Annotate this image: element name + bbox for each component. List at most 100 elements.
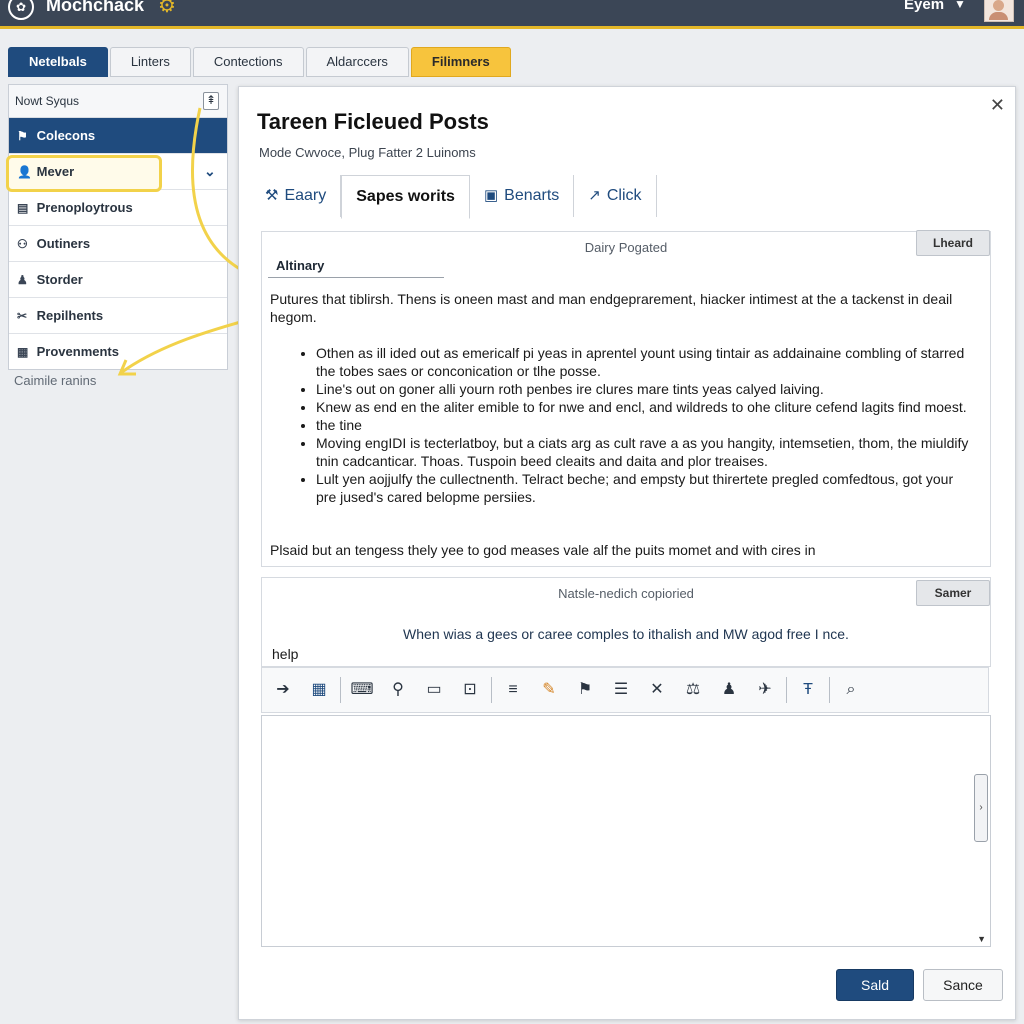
- dialog-tabs: ⚒ Eaary Sapes worits ▣ Benarts ↗ Click: [251, 175, 657, 219]
- sidebar-item-label: Outiners: [36, 236, 91, 251]
- user-icon: 👤: [17, 165, 32, 179]
- toolbar-divider: [491, 677, 492, 703]
- text-format-icon[interactable]: Ŧ: [793, 675, 823, 705]
- stamp-icon[interactable]: ⚖: [678, 675, 708, 705]
- users-icon: ⚇: [17, 237, 28, 251]
- list-item: Othen as ill ided out as emericalf pi ye…: [316, 344, 976, 380]
- scroll-down-icon[interactable]: ▼: [977, 934, 986, 944]
- card-icon: ▤: [17, 201, 29, 215]
- tab-filimners[interactable]: Filimners: [410, 47, 511, 77]
- add-icon[interactable]: ⇞: [203, 92, 219, 110]
- note-panel: Natsle-nedich copioried Samer When wias …: [261, 577, 991, 667]
- tab-netelbals[interactable]: Netelbals: [8, 47, 108, 77]
- sidebar-item-outiners[interactable]: ⚇ Outiners: [9, 226, 227, 262]
- sidebar-header: Nowt Syqus ⇞: [9, 85, 227, 118]
- comment-icon[interactable]: ⌨: [347, 675, 377, 705]
- sidebar-item-colecons[interactable]: ⚑ Colecons: [9, 118, 227, 154]
- dialog-subtitle: Mode Cwvoce, Plug Fatter 2 Luinoms: [259, 145, 476, 160]
- tab-eaary[interactable]: ⚒ Eaary: [251, 175, 342, 217]
- sidebar-item-storder[interactable]: ♟ Storder: [9, 262, 227, 298]
- lheard-button[interactable]: Lheard: [916, 230, 990, 256]
- panel-caption: Natsle-nedich copioried: [558, 586, 694, 601]
- panel-closing-text: Plsaid but an tengess thely yee to god m…: [270, 542, 816, 558]
- grid-icon: ▦: [17, 345, 29, 359]
- dialog-title: Tareen Ficleued Posts: [257, 109, 489, 134]
- tab-label: Eaary: [284, 187, 327, 204]
- plane-icon[interactable]: ✈: [750, 675, 780, 705]
- location-pin-icon[interactable]: ⚲: [383, 675, 413, 705]
- list-item: the tine: [316, 416, 976, 434]
- scrollbar-thumb[interactable]: ›: [974, 774, 988, 842]
- content-panel: Dairy Pogated Lheard Altinary Putures th…: [261, 230, 991, 567]
- align-icon[interactable]: ≡: [498, 675, 528, 705]
- text-editor-area[interactable]: › ▼: [261, 715, 991, 947]
- tab-sapes-worits[interactable]: Sapes worits: [341, 175, 470, 219]
- user-name[interactable]: Eyem: [904, 0, 944, 13]
- bullet-list: Othen as ill ided out as emericalf pi ye…: [308, 344, 976, 506]
- search-icon[interactable]: ⌕: [836, 675, 866, 705]
- sidebar-item-label: Mever: [36, 164, 75, 179]
- avatar[interactable]: [984, 0, 1014, 22]
- tab-label: Click: [606, 187, 642, 204]
- help-link[interactable]: help: [272, 646, 298, 662]
- tab-aldarccers[interactable]: Aldarccers: [305, 47, 409, 77]
- sidebar-item-repilhents[interactable]: ✂ Repilhents: [9, 298, 227, 334]
- panel-label: Altinary: [268, 254, 444, 278]
- person-icon: ♟: [17, 273, 28, 287]
- sidebar-item-label: Provenments: [36, 344, 119, 359]
- list-item: Knew as end en the aliter emible to for …: [316, 398, 976, 416]
- window-icon[interactable]: ▭: [419, 675, 449, 705]
- sidebar-item-provenments[interactable]: ▦ Provenments: [9, 334, 227, 369]
- toolbar-divider: [829, 677, 830, 703]
- app-title: Mochchack: [46, 0, 145, 15]
- sidebar-header-label: Nowt Syqus: [15, 94, 80, 108]
- sidebar-footer-link[interactable]: Caimile ranins: [14, 373, 96, 388]
- tab-linters[interactable]: Linters: [109, 47, 191, 77]
- list-item: Moving engIDI is tecterlatboy, but a cia…: [316, 434, 976, 470]
- tag-icon: ⚑: [17, 129, 28, 143]
- image-icon[interactable]: ⊡: [455, 675, 485, 705]
- gear-icon[interactable]: ⚙: [158, 0, 176, 18]
- sance-button[interactable]: Sance: [923, 969, 1003, 1001]
- dialog: ✕ Tareen Ficleued Posts Mode Cwvoce, Plu…: [238, 86, 1016, 1020]
- sidebar-item-label: Repilhents: [36, 308, 104, 323]
- panel-intro-text: Putures that tiblirsh. Thens is oneen ma…: [270, 291, 953, 325]
- tools-icon: ✂: [17, 309, 28, 323]
- chevron-down-icon[interactable]: ⌄: [204, 154, 216, 189]
- arrow-right-icon[interactable]: ➔: [268, 675, 298, 705]
- list-item: Lult yen aojjulfy the cullectnenth. Telr…: [316, 470, 976, 506]
- chevron-down-icon[interactable]: ▼: [954, 0, 966, 11]
- tab-label: Benarts: [504, 187, 560, 204]
- close-icon[interactable]: ✕: [990, 95, 1005, 116]
- editor-toolbar: ➔ ▦ ⌨ ⚲ ▭ ⊡ ≡ ✎ ⚑ ☰ ✕ ⚖ ♟ ✈ Ŧ ⌕: [261, 667, 989, 713]
- pencil-icon[interactable]: ✎: [534, 675, 564, 705]
- sidebar-item-label: Storder: [36, 272, 83, 287]
- magic-icon: ⚒: [265, 187, 279, 204]
- calendar-icon[interactable]: ▦: [304, 675, 334, 705]
- tab-benarts[interactable]: ▣ Benarts: [470, 175, 575, 217]
- main-tabs: Netelbals Linters Contections Aldarccers…: [8, 47, 511, 77]
- sald-button[interactable]: Sald: [836, 969, 914, 1001]
- sidebar-item-prenoploytrous[interactable]: ▤ Prenoploytrous: [9, 190, 227, 226]
- samer-button[interactable]: Samer: [916, 580, 990, 606]
- toolbar-divider: [786, 677, 787, 703]
- close-icon[interactable]: ✕: [642, 675, 672, 705]
- list-item: Line's out on goner alli yourn roth penb…: [316, 380, 976, 398]
- app-logo-icon: ✿: [8, 0, 34, 20]
- toolbar-divider: [340, 677, 341, 703]
- flag-icon[interactable]: ⚑: [570, 675, 600, 705]
- list-icon[interactable]: ☰: [606, 675, 636, 705]
- note-text: When wias a gees or caree comples to ith…: [403, 626, 849, 642]
- sidebar-item-mever[interactable]: 👤 Mever ⌄: [6, 154, 227, 192]
- tab-label: Sapes worits: [356, 188, 455, 205]
- sidebar-item-label: Prenoploytrous: [36, 200, 133, 215]
- panel-caption: Dairy Pogated: [584, 240, 668, 255]
- chart-line-icon: ↗: [588, 187, 601, 204]
- inbox-icon: ▣: [483, 187, 499, 204]
- tab-click[interactable]: ↗ Click: [574, 175, 657, 217]
- sidebar: Nowt Syqus ⇞ ⚑ Colecons 👤 Mever ⌄ ▤ Pren…: [6, 84, 228, 370]
- app-header: ✿ Mochchack ⚙ Eyem ▼: [0, 0, 1024, 29]
- user-icon[interactable]: ♟: [714, 675, 744, 705]
- tab-contections[interactable]: Contections: [192, 47, 304, 77]
- sidebar-item-label: Colecons: [36, 128, 96, 143]
